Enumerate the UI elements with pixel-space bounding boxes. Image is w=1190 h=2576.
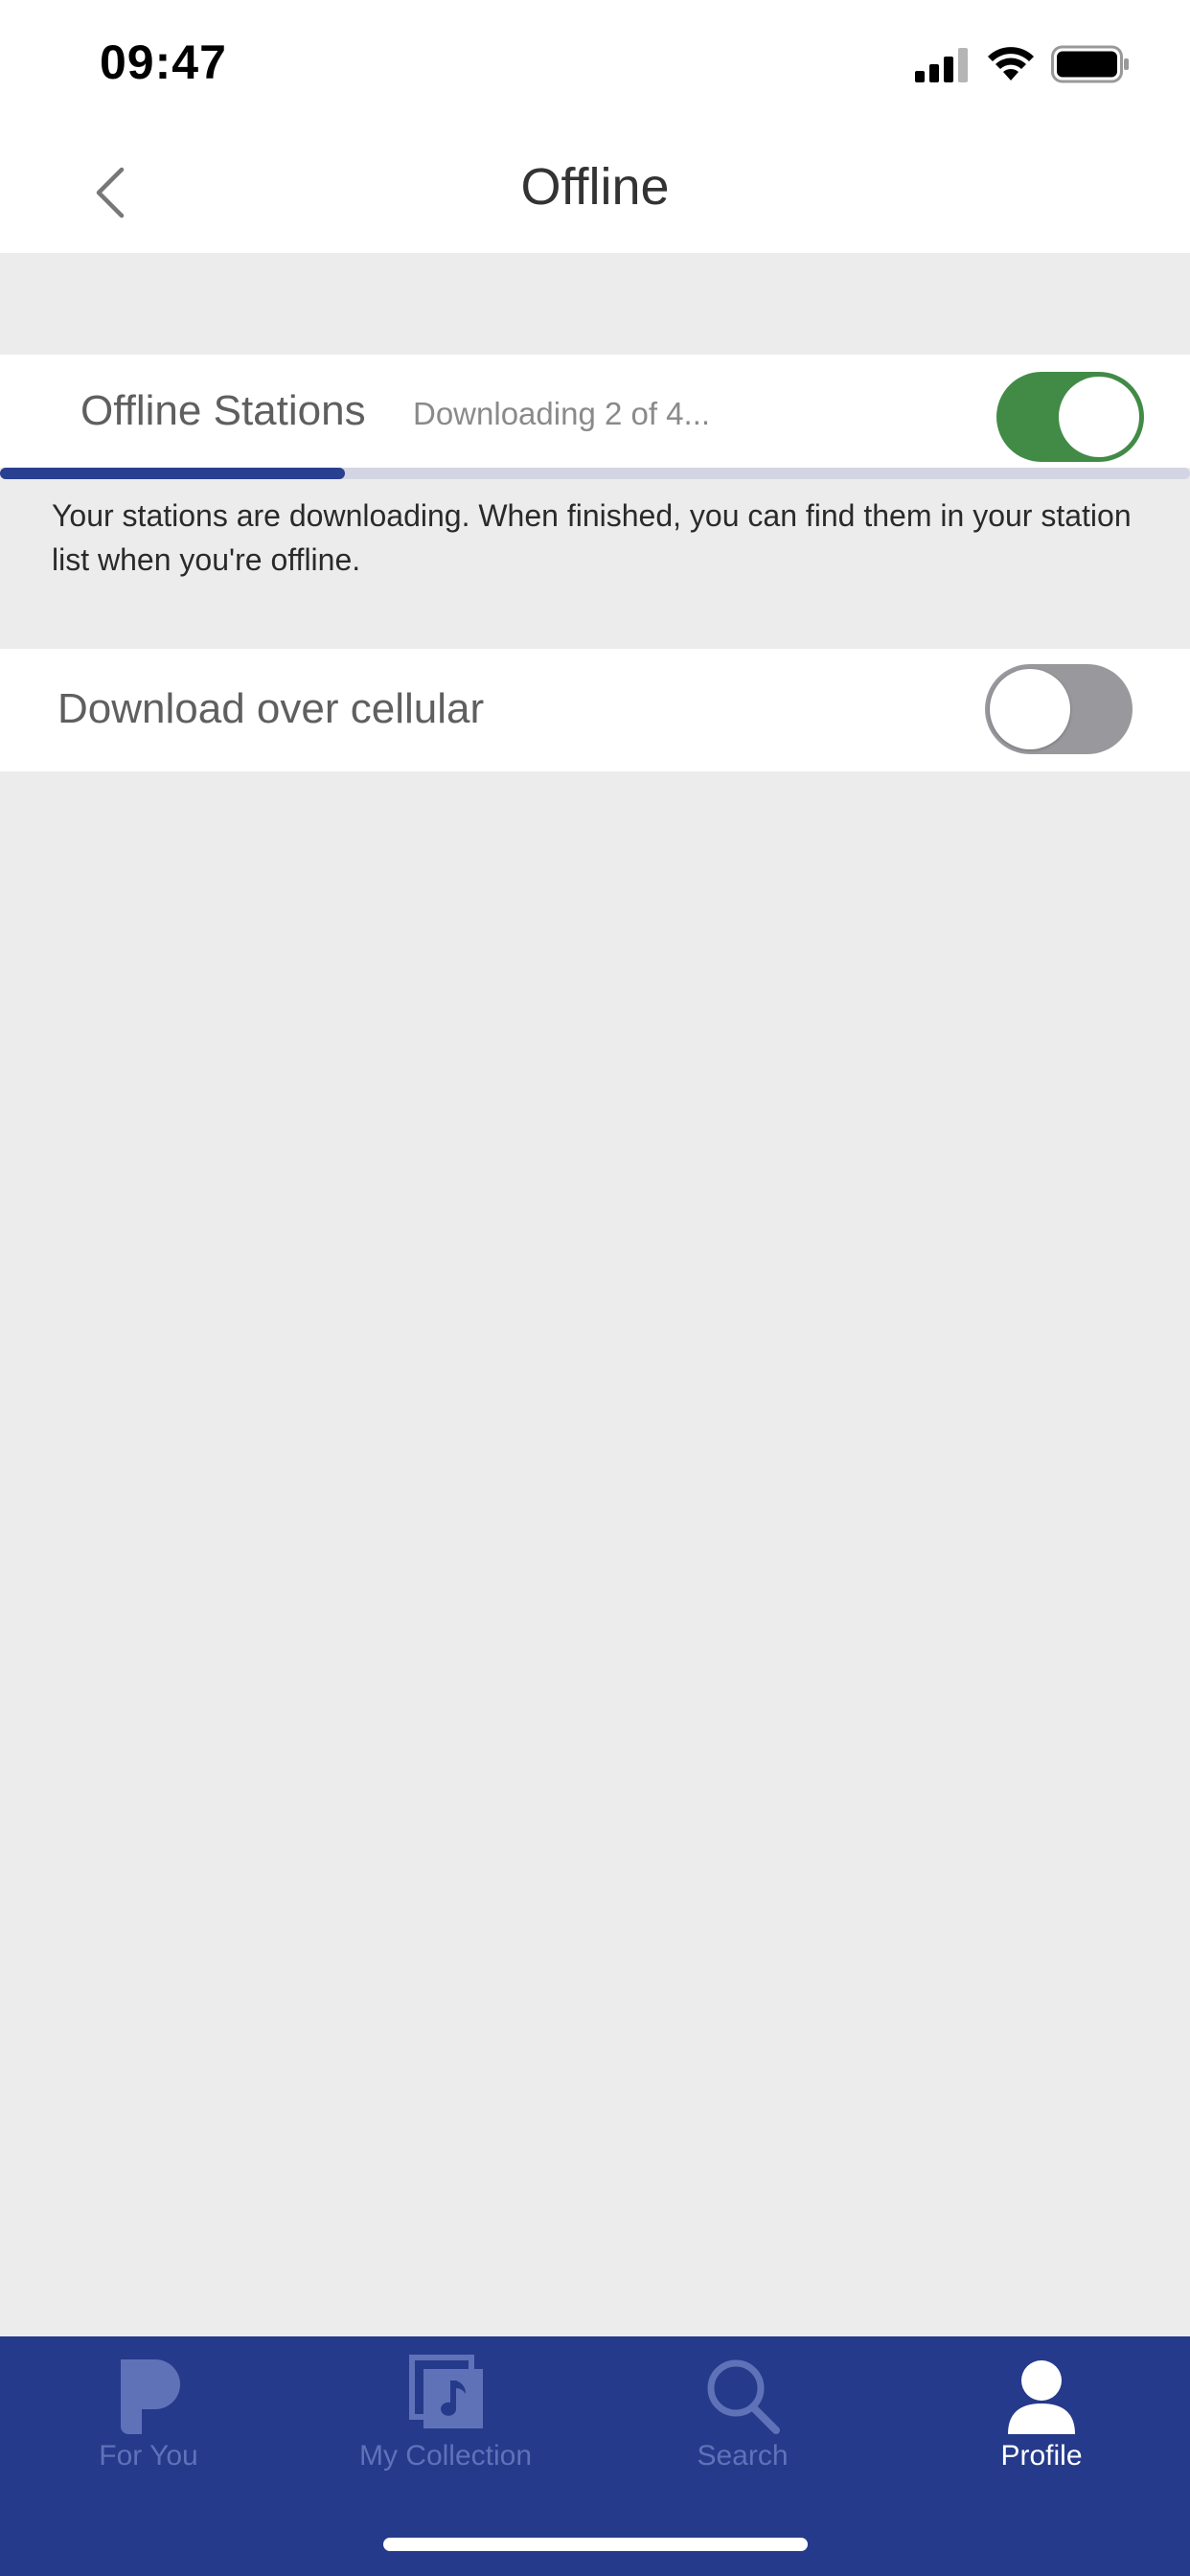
- download-info-text: Your stations are downloading. When fini…: [52, 498, 1132, 577]
- status-time: 09:47: [100, 35, 227, 89]
- tab-label: Search: [697, 2440, 789, 2472]
- tab-my-collection[interactable]: My Collection: [297, 2336, 594, 2509]
- cellular-toggle[interactable]: [985, 664, 1133, 754]
- tab-label: For You: [99, 2440, 198, 2472]
- collection-icon: [409, 2355, 483, 2428]
- profile-icon: [1008, 2360, 1075, 2434]
- status-bar: 09:47: [0, 0, 1190, 134]
- download-progress-fill: [0, 468, 346, 479]
- pandora-p-icon: [121, 2359, 180, 2434]
- tab-label: My Collection: [358, 2440, 533, 2472]
- download-progress-bar: [0, 468, 1190, 479]
- cellular-label: Download over cellular: [57, 685, 485, 732]
- toggle-knob: [990, 669, 1070, 749]
- signal-icon: [915, 48, 968, 82]
- wifi-icon: [988, 47, 1034, 80]
- tab-profile[interactable]: Profile: [893, 2336, 1190, 2509]
- download-status-text: Downloading 2 of 4...: [413, 396, 711, 431]
- tab-label: Profile: [1000, 2440, 1083, 2472]
- page-title: Offline: [520, 158, 670, 216]
- navigation-bar: Offline: [0, 134, 1190, 253]
- offline-stations-toggle[interactable]: [996, 372, 1144, 462]
- tab-search[interactable]: Search: [594, 2336, 891, 2509]
- search-icon: [707, 2359, 780, 2434]
- home-indicator: [383, 2538, 808, 2551]
- offline-stations-label: Offline Stations: [80, 387, 366, 434]
- battery-icon: [1051, 45, 1129, 83]
- tab-for-you[interactable]: For You: [0, 2336, 297, 2509]
- toggle-knob: [1059, 377, 1139, 457]
